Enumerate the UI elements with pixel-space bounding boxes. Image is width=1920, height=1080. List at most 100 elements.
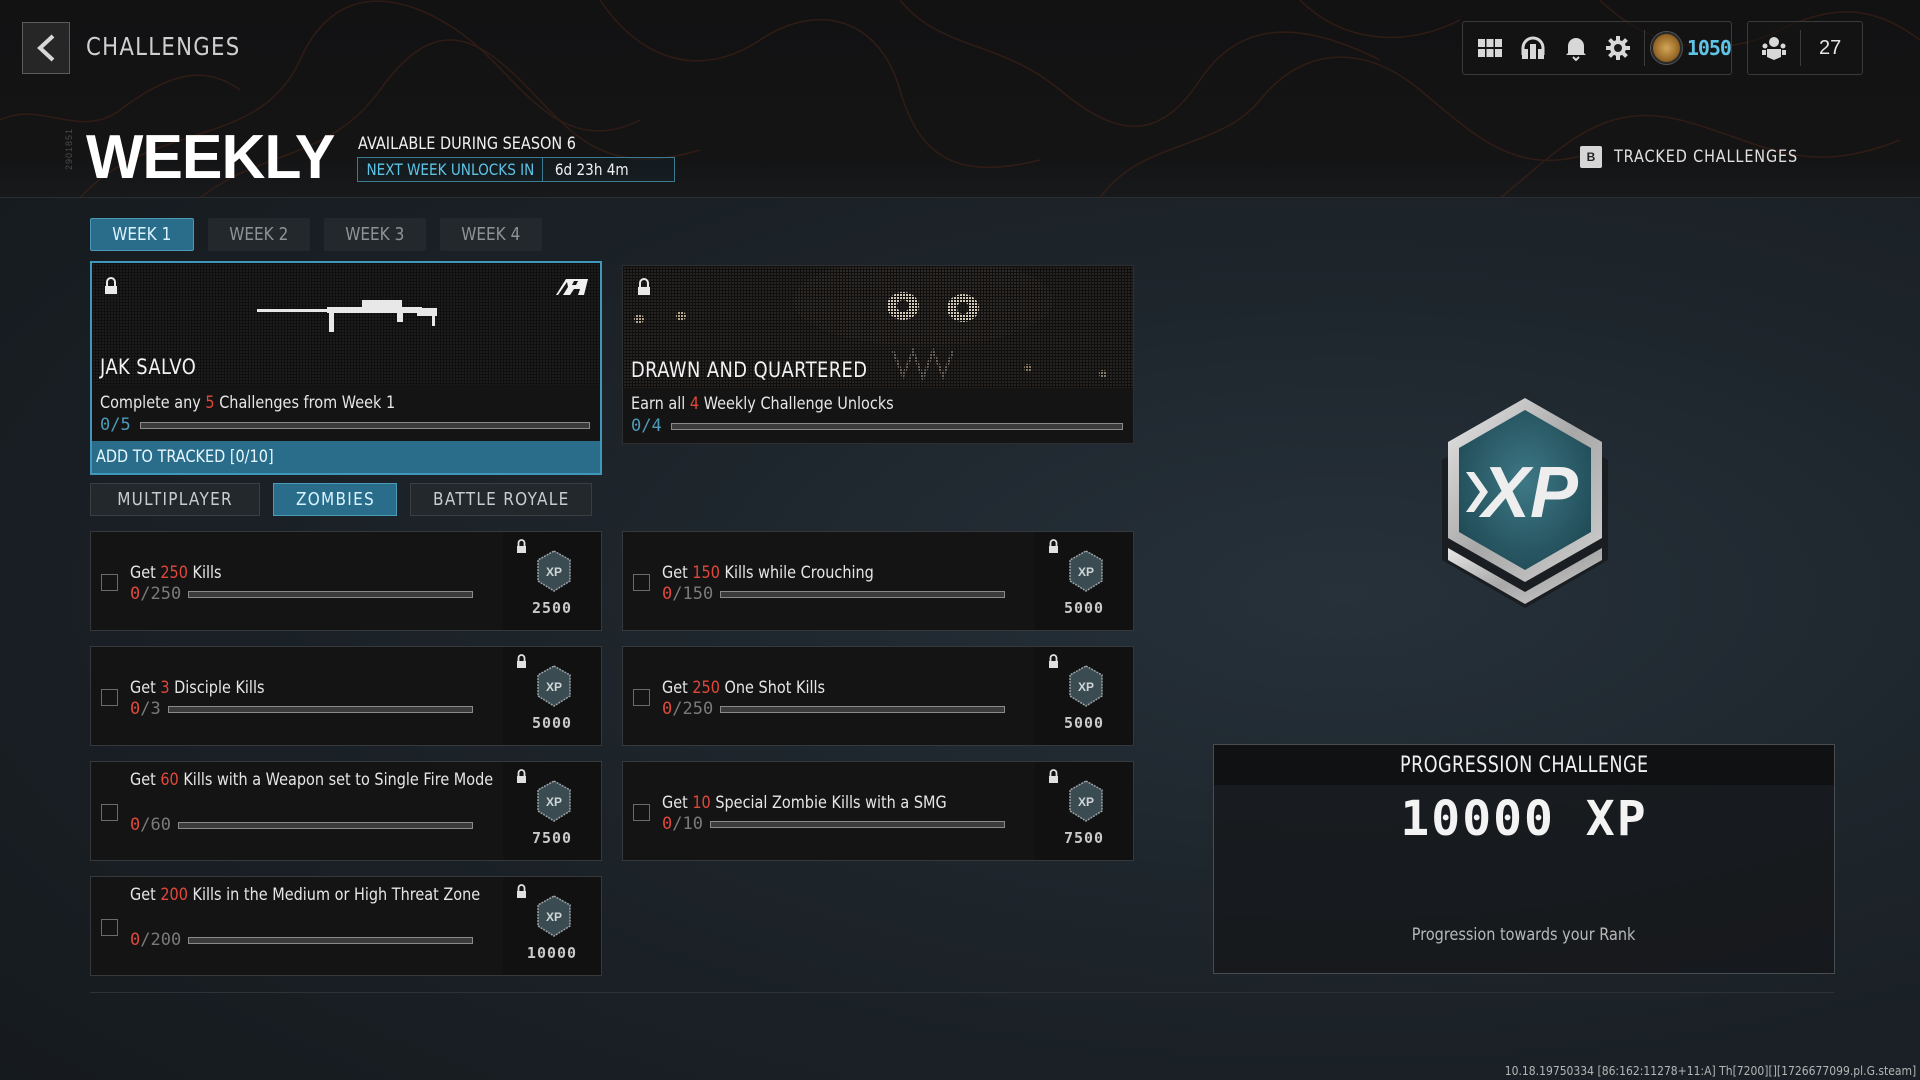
notifications-button[interactable]: [1554, 28, 1597, 68]
challenge-description: Get 60 Kills with a Weapon set to Single…: [130, 769, 520, 792]
challenge-card[interactable]: Get 60 Kills with a Weapon set to Single…: [90, 761, 602, 861]
desc-highlight: 10: [692, 793, 711, 813]
divider: [1800, 30, 1801, 66]
desc-text: Disciple Kills: [169, 678, 265, 698]
reward-progress-text: 0/4: [631, 416, 662, 436]
desc-text: Get: [662, 678, 693, 698]
desc-highlight: 250: [160, 563, 188, 583]
challenge-card[interactable]: Get 250 Kills 0/250 XP 2500: [90, 531, 602, 631]
track-checkbox[interactable]: [633, 574, 650, 591]
tab-battle-royale[interactable]: BATTLE ROYALE: [410, 483, 592, 516]
svg-text:XP: XP: [1078, 565, 1094, 579]
progress-current: 0: [662, 584, 673, 604]
lock-icon: [1049, 539, 1058, 553]
grid-menu-icon: [1478, 39, 1503, 57]
challenge-card[interactable]: Get 250 One Shot Kills 0/250 XP 5000: [622, 646, 1134, 746]
headset-icon: [1521, 36, 1545, 59]
tab-label: WEEK 3: [345, 224, 405, 245]
track-checkbox[interactable]: [101, 804, 118, 821]
add-to-tracked-button[interactable]: ADD TO TRACKED [0/10]: [92, 441, 600, 473]
headset-button[interactable]: [1512, 28, 1555, 68]
challenge-card[interactable]: Get 3 Disciple Kills 0/3 XP 5000: [90, 646, 602, 746]
svg-text:XP: XP: [1078, 680, 1094, 694]
progress-total: /250: [140, 584, 182, 604]
track-checkbox[interactable]: [101, 574, 118, 591]
desc-text: Kills while Crouching: [719, 563, 874, 583]
xp-reward-value: 7500: [1063, 829, 1105, 847]
xp-reward-value: 7500: [531, 829, 573, 847]
challenge-progress-bar: [720, 591, 1005, 598]
progress-current: 0: [662, 814, 673, 834]
xp-reward-value: 5000: [1063, 599, 1105, 617]
challenge-card[interactable]: Get 150 Kills while Crouching 0/150 XP 5…: [622, 531, 1134, 631]
challenge-progress-text: 0/60: [130, 815, 171, 835]
tab-label: WEEK 4: [461, 224, 521, 245]
progress-current: 0: [130, 699, 141, 719]
grid-menu-button[interactable]: [1469, 28, 1512, 68]
challenge-progress-text: 0/10: [662, 814, 703, 834]
desc-highlight: 150: [692, 563, 720, 583]
reward-card-drawn-and-quartered[interactable]: DRAWN AND QUARTERED Earn all 4 Weekly Ch…: [622, 265, 1134, 444]
xp-token-icon: XP: [1069, 780, 1103, 822]
key-prompt-b: B: [1580, 146, 1602, 168]
challenge-description: Get 250 One Shot Kills: [662, 677, 1052, 700]
reward-progress-text: 0/5: [100, 415, 131, 435]
party-icon: [1762, 37, 1786, 60]
party-panel[interactable]: 27: [1747, 21, 1863, 75]
desc-text: Get: [662, 563, 693, 583]
tab-label: WEEK 1: [112, 224, 172, 245]
xp-token-icon: XP: [537, 780, 571, 822]
challenge-progress-text: 0/200: [130, 930, 181, 950]
bell-icon: [1565, 38, 1586, 61]
challenge-card[interactable]: Get 10 Special Zombie Kills with a SMG 0…: [622, 761, 1134, 861]
challenge-progress-text: 0/3: [130, 699, 161, 719]
challenge-card[interactable]: Get 200 Kills in the Medium or High Thre…: [90, 876, 602, 976]
desc-highlight: 3: [160, 678, 170, 698]
tab-week-3[interactable]: WEEK 3: [324, 218, 426, 251]
tab-multiplayer[interactable]: MULTIPLAYER: [90, 483, 260, 516]
reward-description: Earn all 4 Weekly Challenge Unlocks: [631, 394, 894, 414]
xp-token-icon: XP: [1069, 665, 1103, 707]
challenge-progress-text: 0/250: [662, 699, 713, 719]
progression-subtitle: Progression towards your Rank: [1214, 925, 1834, 945]
desc-text: Kills in the Medium or High Threat Zone: [187, 885, 481, 905]
progress-total: /200: [140, 930, 182, 950]
tab-week-1[interactable]: WEEK 1: [90, 218, 194, 251]
progress-current: 0: [662, 699, 673, 719]
xp-token-icon: XP: [537, 895, 571, 937]
settings-button[interactable]: [1597, 28, 1640, 68]
tab-label: BATTLE ROYALE: [432, 489, 570, 510]
chevron-left-icon: [37, 34, 55, 62]
reward-progress-bar: [671, 423, 1123, 430]
desc-text: Weekly Challenge Unlocks: [699, 394, 894, 414]
desc-highlight: 200: [160, 885, 188, 905]
lock-icon: [1049, 769, 1058, 783]
tracked-challenges-button[interactable]: B TRACKED CHALLENGES: [1580, 146, 1830, 168]
reward-card-jak-salvo[interactable]: JAK SALVO Complete any 5 Challenges from…: [90, 261, 602, 475]
screen-title: CHALLENGES: [86, 32, 241, 61]
desc-highlight: 4: [689, 394, 700, 414]
tab-week-2[interactable]: WEEK 2: [208, 218, 310, 251]
desc-highlight: 60: [160, 770, 179, 790]
tracked-challenges-label: TRACKED CHALLENGES: [1614, 147, 1799, 167]
progress-total: /10: [672, 814, 703, 834]
progression-xp: 10000 XP: [1400, 791, 1648, 847]
challenge-description: Get 3 Disciple Kills: [130, 677, 520, 700]
party-button[interactable]: [1752, 28, 1796, 68]
desc-text: Special Zombie Kills with a SMG: [710, 793, 947, 813]
track-checkbox[interactable]: [633, 689, 650, 706]
desc-text: One Shot Kills: [719, 678, 826, 698]
weapon-brand-icon: [556, 279, 588, 295]
tab-label: ZOMBIES: [295, 489, 375, 510]
lock-icon: [517, 769, 526, 783]
tab-zombies[interactable]: ZOMBIES: [273, 483, 397, 516]
back-button[interactable]: [22, 22, 70, 74]
currency-value[interactable]: 1050: [1687, 36, 1732, 60]
track-checkbox[interactable]: [101, 919, 118, 936]
challenge-progress-bar: [188, 937, 473, 944]
tab-week-4[interactable]: WEEK 4: [440, 218, 542, 251]
track-checkbox[interactable]: [633, 804, 650, 821]
track-checkbox[interactable]: [101, 689, 118, 706]
desc-highlight: 5: [205, 393, 215, 413]
gear-icon: [1606, 36, 1631, 60]
